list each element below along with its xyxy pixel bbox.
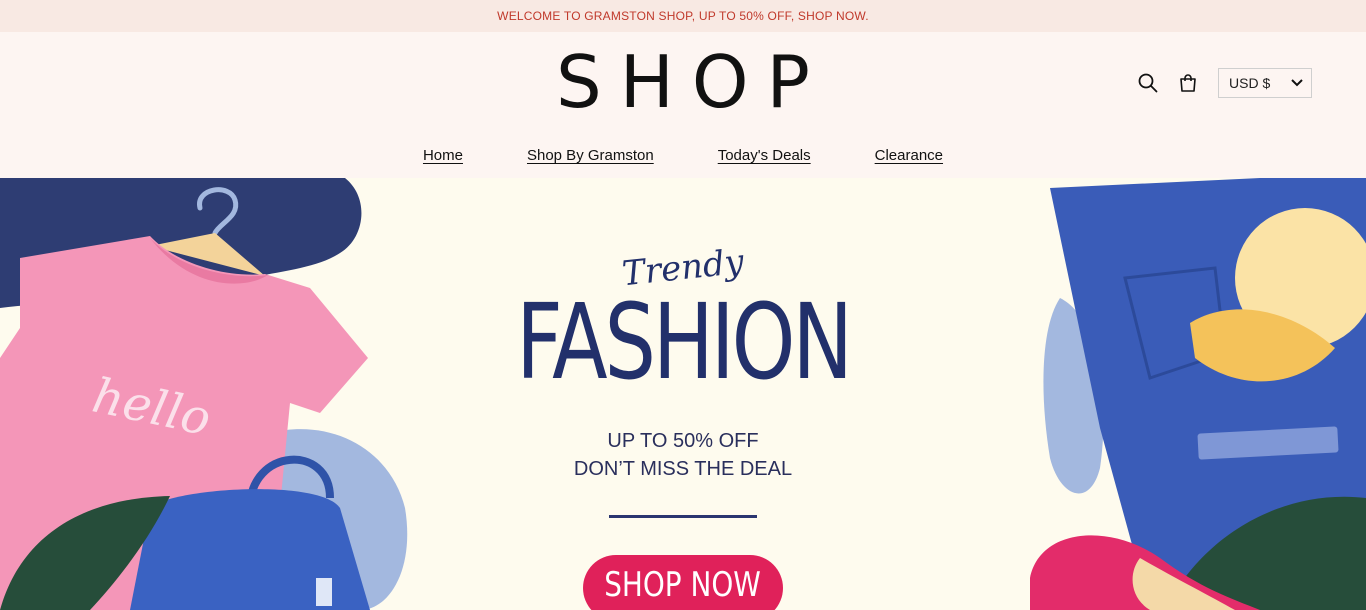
currency-select[interactable]: USD $ xyxy=(1218,68,1312,98)
shop-now-label: SHOP NOW xyxy=(604,565,762,605)
bag-tag xyxy=(316,578,332,606)
search-icon[interactable] xyxy=(1138,73,1158,93)
shop-now-button[interactable]: SHOP NOW xyxy=(583,555,783,610)
nav-item-shop-by-gramston[interactable]: Shop By Gramston xyxy=(527,147,654,164)
cart-icon[interactable] xyxy=(1178,73,1198,93)
nav-item-home[interactable]: Home xyxy=(423,147,463,164)
currency-value: USD $ xyxy=(1229,75,1271,91)
hero-headline: FASHION xyxy=(516,281,853,403)
announcement-bar: WELCOME TO GRAMSTON SHOP, UP TO 50% OFF,… xyxy=(0,0,1366,32)
hero-deal-line: DON’T MISS THE DEAL xyxy=(573,458,793,480)
nav-item-todays-deals[interactable]: Today's Deals xyxy=(718,147,811,164)
chevron-down-icon xyxy=(1291,79,1303,87)
hero-banner[interactable]: hello Trendy FASHION UP TO 50% OFF DON’T… xyxy=(0,178,1366,610)
hero-offer-line: UP TO 50% OFF xyxy=(607,430,759,452)
nav-item-clearance[interactable]: Clearance xyxy=(875,147,943,164)
blue-bag xyxy=(130,489,370,610)
site-header: SHOP USD $ Home Shop By Gramston Today's… xyxy=(0,32,1366,178)
main-nav: Home Shop By Gramston Today's Deals Clea… xyxy=(0,147,1366,164)
hero-divider xyxy=(609,515,757,518)
announcement-text: WELCOME TO GRAMSTON SHOP, UP TO 50% OFF,… xyxy=(497,9,869,23)
header-tools: USD $ xyxy=(1138,68,1312,98)
